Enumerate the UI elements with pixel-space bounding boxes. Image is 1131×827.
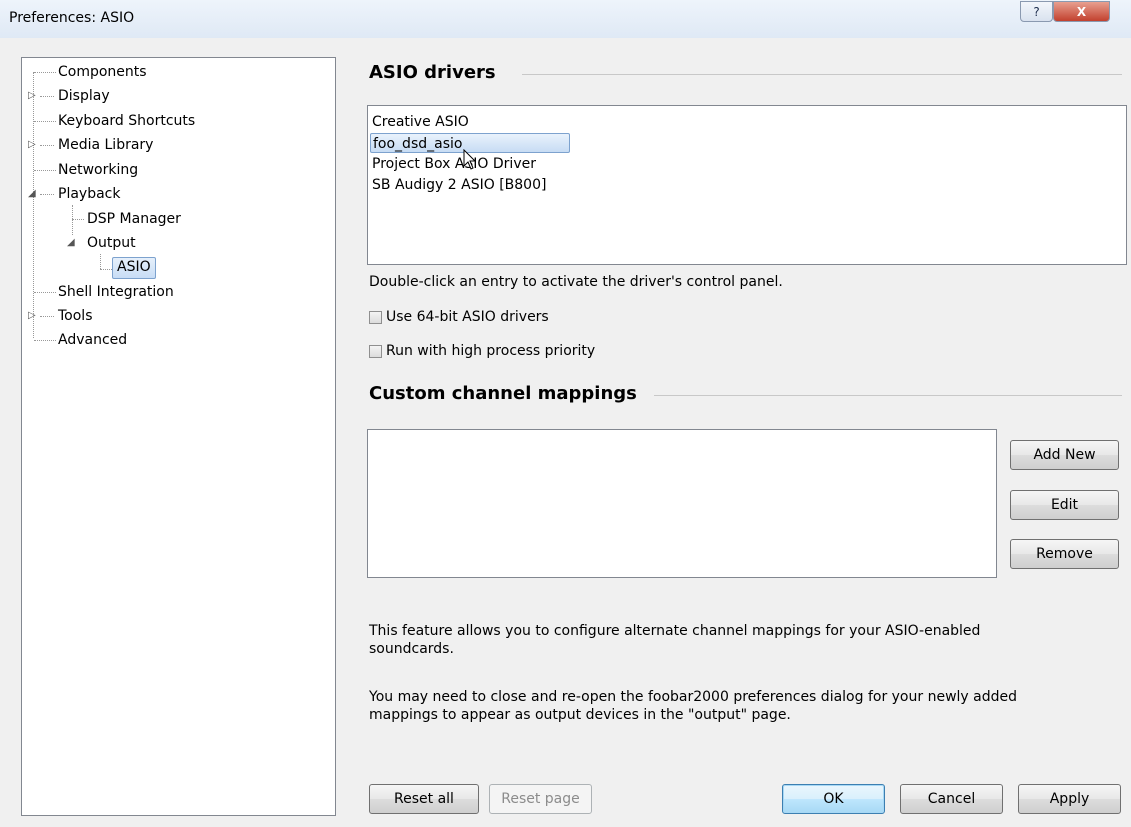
cancel-button[interactable]: Cancel bbox=[900, 784, 1003, 814]
tree-connector bbox=[33, 72, 34, 338]
checkbox-label: Use 64-bit ASIO drivers bbox=[386, 309, 549, 325]
expand-icon[interactable]: ▷ bbox=[28, 310, 36, 321]
tree-connector bbox=[100, 254, 101, 269]
tree-item-components[interactable]: Components bbox=[58, 62, 147, 82]
collapse-icon[interactable]: ◢ bbox=[67, 237, 75, 248]
list-item[interactable]: Project Box ASIO Driver bbox=[372, 154, 536, 174]
help-button[interactable]: ? bbox=[1020, 1, 1053, 22]
tree-item-keyboard-shortcuts[interactable]: Keyboard Shortcuts bbox=[58, 111, 195, 131]
tree-connector bbox=[34, 340, 56, 341]
tree-item-shell-integration[interactable]: Shell Integration bbox=[58, 282, 174, 302]
tree-connector bbox=[34, 72, 56, 73]
list-item[interactable]: Creative ASIO bbox=[372, 112, 469, 132]
mappings-note: You may need to close and re-open the fo… bbox=[369, 689, 1017, 723]
reset-all-button[interactable]: Reset all bbox=[369, 784, 479, 814]
mappings-description: This feature allows you to configure alt… bbox=[369, 623, 981, 657]
tree-connector bbox=[72, 219, 84, 220]
section-divider bbox=[522, 74, 1122, 75]
tree-connector bbox=[72, 205, 73, 235]
tree-item-playback[interactable]: Playback bbox=[58, 184, 120, 204]
asio-drivers-heading: ASIO drivers bbox=[369, 62, 496, 83]
channel-mappings-heading: Custom channel mappings bbox=[369, 383, 637, 404]
ok-button[interactable]: OK bbox=[782, 784, 885, 814]
tree-connector bbox=[40, 316, 54, 317]
tree-item-dsp-manager[interactable]: DSP Manager bbox=[87, 209, 181, 229]
drivers-hint: Double-click an entry to activate the dr… bbox=[369, 274, 783, 290]
tree-item-output[interactable]: Output bbox=[87, 233, 136, 253]
close-icon: X bbox=[1076, 4, 1087, 19]
tree-connector bbox=[100, 269, 112, 270]
collapse-icon[interactable]: ◢ bbox=[28, 188, 36, 199]
expand-icon[interactable]: ▷ bbox=[28, 90, 36, 101]
checkbox-label: Run with high process priority bbox=[386, 343, 596, 359]
expand-icon[interactable]: ▷ bbox=[28, 139, 36, 150]
high-priority-checkbox[interactable]: Run with high process priority bbox=[369, 341, 595, 361]
remove-button[interactable]: Remove bbox=[1010, 539, 1119, 569]
tree-connector bbox=[34, 121, 56, 122]
preferences-tree[interactable]: Components ▷ Display Keyboard Shortcuts … bbox=[21, 57, 336, 816]
checkbox-box[interactable] bbox=[369, 310, 382, 324]
window-title: Preferences: ASIO bbox=[9, 10, 135, 26]
tree-item-asio[interactable]: ASIO bbox=[112, 257, 156, 279]
list-item[interactable]: SB Audigy 2 ASIO [B800] bbox=[372, 175, 546, 195]
tree-connector bbox=[40, 96, 54, 97]
tree-item-tools[interactable]: Tools bbox=[58, 306, 93, 326]
mouse-cursor-icon bbox=[463, 149, 477, 170]
tree-item-advanced[interactable]: Advanced bbox=[58, 330, 127, 350]
channel-mappings-list[interactable] bbox=[367, 429, 997, 578]
help-icon: ? bbox=[1033, 4, 1040, 19]
asio-drivers-list[interactable]: Creative ASIO foo_dsd_asio Project Box A… bbox=[367, 105, 1127, 265]
add-new-button[interactable]: Add New bbox=[1010, 440, 1119, 470]
tree-connector bbox=[34, 292, 56, 293]
tree-connector bbox=[34, 170, 56, 171]
edit-button[interactable]: Edit bbox=[1010, 490, 1119, 520]
apply-button[interactable]: Apply bbox=[1018, 784, 1121, 814]
tree-connector bbox=[40, 145, 54, 146]
tree-item-networking[interactable]: Networking bbox=[58, 160, 138, 180]
title-bar: Preferences: ASIO ? X bbox=[0, 0, 1131, 38]
use-64bit-checkbox[interactable]: Use 64-bit ASIO drivers bbox=[369, 307, 549, 327]
checkbox-box[interactable] bbox=[369, 344, 382, 358]
close-button[interactable]: X bbox=[1053, 1, 1110, 22]
reset-page-button[interactable]: Reset page bbox=[489, 784, 592, 814]
tree-item-media-library[interactable]: Media Library bbox=[58, 135, 153, 155]
tree-item-display[interactable]: Display bbox=[58, 86, 110, 106]
tree-connector bbox=[40, 194, 54, 195]
section-divider bbox=[654, 395, 1122, 396]
